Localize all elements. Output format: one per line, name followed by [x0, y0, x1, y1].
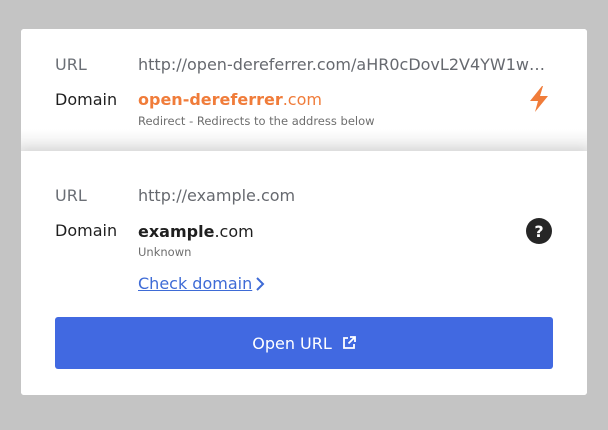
open-url-label: Open URL — [252, 333, 332, 353]
target-domain-tld: .com — [214, 222, 254, 241]
redirect-section: URL http://open-dereferrer.com/aHR0cDovL… — [21, 29, 587, 151]
section-divider-shadow — [21, 129, 587, 151]
url-preview-card: URL http://open-dereferrer.com/aHR0cDovL… — [21, 29, 587, 395]
redirect-domain-name: open-dereferrer — [138, 90, 283, 109]
target-domain-label: Domain — [55, 221, 118, 240]
redirect-description: Redirect - Redirects to the address belo… — [138, 114, 375, 128]
bolt-icon — [530, 86, 548, 112]
help-icon[interactable]: ? — [526, 218, 552, 244]
help-glyph: ? — [534, 221, 544, 241]
target-domain-value: example.com — [138, 222, 254, 242]
redirect-url-value: http://open-dereferrer.com/aHR0cDovL2V4Y… — [138, 55, 550, 74]
target-domain-name: example — [138, 222, 215, 241]
external-link-icon — [342, 336, 356, 349]
check-domain-link[interactable]: Check domain — [138, 274, 252, 294]
open-url-button[interactable]: Open URL — [55, 317, 553, 369]
redirect-domain-tld: .com — [282, 90, 322, 109]
redirect-domain-value: open-dereferrer.com — [138, 90, 322, 110]
target-url-value: http://example.com — [138, 186, 296, 205]
target-status: Unknown — [138, 245, 192, 259]
target-url-label: URL — [55, 186, 87, 205]
target-section: URL http://example.com Domain example.co… — [21, 151, 587, 395]
redirect-domain-label: Domain — [55, 90, 118, 109]
chevron-right-icon[interactable] — [255, 277, 265, 291]
redirect-url-label: URL — [55, 55, 87, 74]
